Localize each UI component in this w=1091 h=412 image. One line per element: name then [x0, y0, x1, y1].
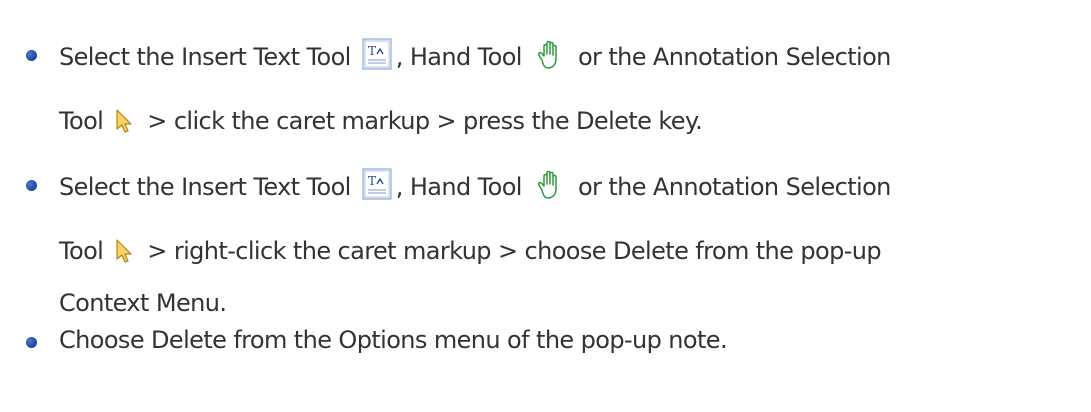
- hand-tool-icon: [533, 40, 567, 70]
- text: Select the Insert Text Tool: [59, 173, 351, 201]
- text: or the Annotation Selection: [577, 43, 891, 71]
- text: Select the Insert Text Tool: [59, 43, 351, 71]
- line: Choose Delete from the Options menu of t…: [59, 325, 728, 355]
- text: , Hand Tool: [395, 173, 523, 201]
- text: Tool: [59, 107, 104, 135]
- line: Select the Insert Text Tool T , Hand Too…: [59, 38, 891, 71]
- insert-text-tool-icon: T: [362, 168, 392, 200]
- annotation-selection-tool-icon: [114, 238, 136, 264]
- insert-text-tool-icon: T: [362, 38, 392, 70]
- bullet-dot: [26, 50, 37, 61]
- text: > right-click the caret markup > choose …: [147, 237, 882, 265]
- bullet-dot: [26, 180, 37, 191]
- svg-text:T: T: [368, 174, 376, 188]
- text: , Hand Tool: [395, 43, 523, 71]
- line: Select the Insert Text Tool T , Hand Too…: [59, 168, 891, 201]
- line: Tool > click the caret markup > press th…: [59, 106, 703, 136]
- bullet-dot: [26, 337, 37, 348]
- text: or the Annotation Selection: [577, 173, 891, 201]
- text: Choose Delete from the Options menu of t…: [59, 326, 728, 354]
- annotation-selection-tool-icon: [114, 108, 136, 134]
- svg-text:T: T: [368, 44, 376, 58]
- text: Tool: [59, 237, 104, 265]
- text: Context Menu.: [59, 289, 227, 317]
- line: Tool > right-click the caret markup > ch…: [59, 236, 882, 266]
- instruction-list: Select the Insert Text Tool T , Hand Too…: [0, 0, 1091, 412]
- hand-tool-icon: [533, 170, 567, 200]
- text: > click the caret markup > press the Del…: [147, 107, 703, 135]
- line: Context Menu.: [59, 288, 227, 318]
